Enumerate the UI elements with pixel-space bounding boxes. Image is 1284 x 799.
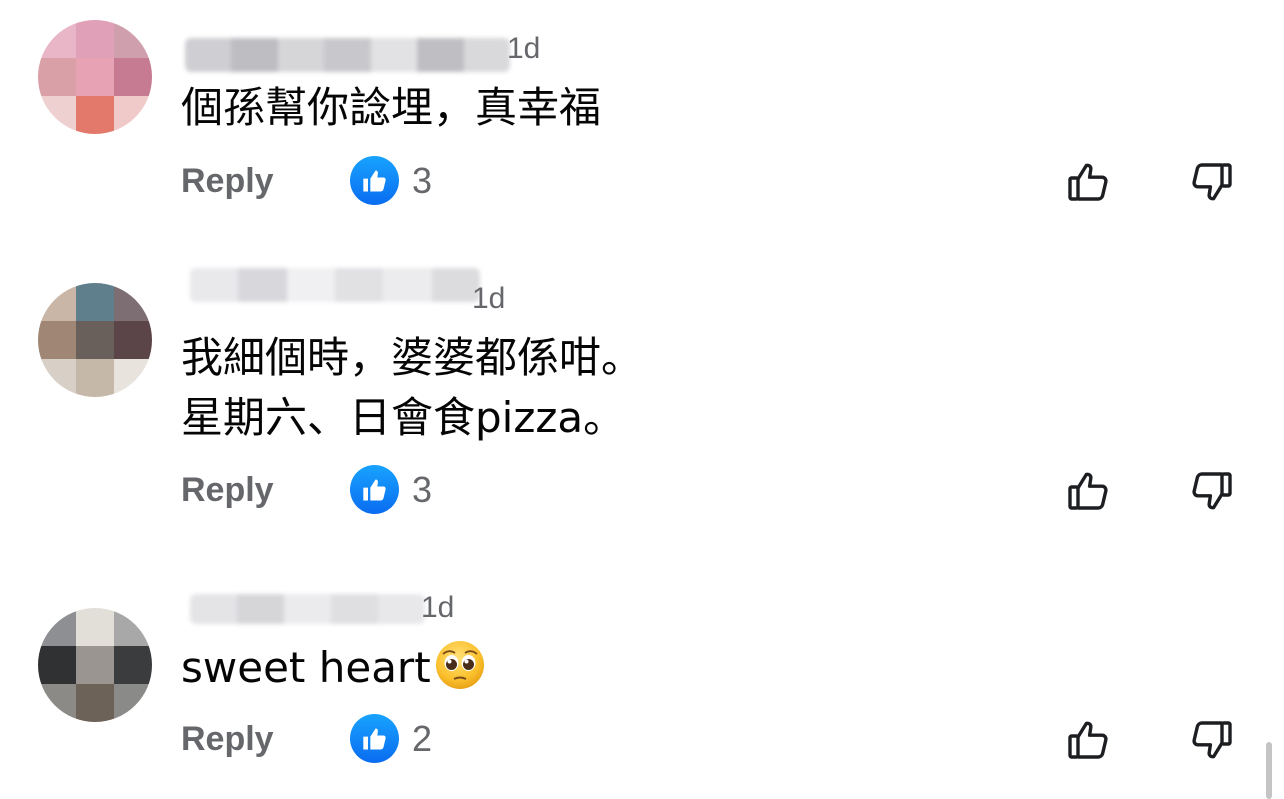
comment-text: sweet heart: [181, 638, 485, 698]
comment-text-line: sweet heart: [181, 643, 431, 692]
dislike-button[interactable]: [1186, 466, 1236, 516]
avatar-pixel: [76, 608, 114, 646]
avatar-pixel: [38, 96, 76, 134]
reply-button[interactable]: Reply: [181, 471, 274, 510]
thumbs-up-filled-icon: [362, 170, 386, 191]
comment-text-line: 星期六、日會食pizza。: [181, 393, 626, 442]
comment-timestamp: 1d: [507, 32, 541, 65]
avatar-pixel: [114, 321, 152, 359]
comment-timestamp: 1d: [472, 282, 506, 315]
avatar-pixel: [114, 20, 152, 58]
avatar-pixel: [38, 359, 76, 397]
avatar-pixel: [38, 58, 76, 96]
like-count: 3: [412, 469, 433, 510]
avatar-pixel: [114, 684, 152, 722]
avatar-pixel: [76, 684, 114, 722]
comment-timestamp: 1d: [421, 591, 455, 624]
avatar-pixel: [38, 283, 76, 321]
avatar-pixel: [114, 608, 152, 646]
like-count: 3: [412, 160, 433, 201]
like-button[interactable]: [1064, 466, 1114, 516]
avatar-pixel: [38, 646, 76, 684]
avatar-pixel: [76, 58, 114, 96]
avatar-pixel: [38, 608, 76, 646]
pleading-face-emoji: [435, 640, 485, 690]
thumbs-up-outline-icon: [1068, 721, 1108, 759]
avatar-pixel: [38, 684, 76, 722]
avatar-pixel: [76, 96, 114, 134]
avatar[interactable]: [38, 283, 152, 397]
like-button[interactable]: [1064, 715, 1114, 765]
avatar-pixel: [76, 321, 114, 359]
avatar-pixel: [114, 58, 152, 96]
author-name-redacted[interactable]: [185, 38, 510, 72]
avatar-pixel: [114, 283, 152, 321]
scrollbar[interactable]: [1266, 742, 1272, 799]
avatar-pixel: [76, 283, 114, 321]
thumbs-up-outline-icon: [1068, 163, 1108, 201]
thumbs-down-outline-icon: [1192, 163, 1232, 201]
like-count: 2: [412, 718, 433, 759]
avatar-pixel: [114, 646, 152, 684]
avatar[interactable]: [38, 608, 152, 722]
avatar-pixel: [38, 321, 76, 359]
author-name-redacted[interactable]: [190, 594, 425, 624]
avatar[interactable]: [38, 20, 152, 134]
dislike-button[interactable]: [1186, 715, 1236, 765]
reply-button[interactable]: Reply: [181, 162, 274, 201]
reply-button[interactable]: Reply: [181, 720, 274, 759]
avatar-pixel: [76, 646, 114, 684]
comment-text-line: 我細個時，婆婆都係咁。: [181, 333, 644, 382]
thumbs-up-filled-icon: [362, 479, 386, 500]
like-button[interactable]: [1064, 157, 1114, 207]
avatar-pixel: [114, 359, 152, 397]
dislike-button[interactable]: [1186, 157, 1236, 207]
avatar-pixel: [76, 20, 114, 58]
thumbs-up-outline-icon: [1068, 472, 1108, 510]
avatar-pixel: [114, 96, 152, 134]
thumbs-down-outline-icon: [1192, 472, 1232, 510]
avatar-pixel: [38, 20, 76, 58]
like-badge[interactable]: [350, 714, 399, 763]
thumbs-up-filled-icon: [362, 728, 386, 749]
comment-text: 個孫幫你諗埋，真幸福: [181, 78, 601, 138]
avatar-pixel: [76, 359, 114, 397]
thumbs-down-outline-icon: [1192, 721, 1232, 759]
comment-text-line: 個孫幫你諗埋，真幸福: [181, 83, 602, 132]
like-badge[interactable]: [350, 465, 399, 514]
comment-text: 我細個時，婆婆都係咁。 星期六、日會食pizza。: [181, 328, 643, 448]
like-badge[interactable]: [350, 156, 399, 205]
author-name-redacted[interactable]: [190, 268, 480, 302]
